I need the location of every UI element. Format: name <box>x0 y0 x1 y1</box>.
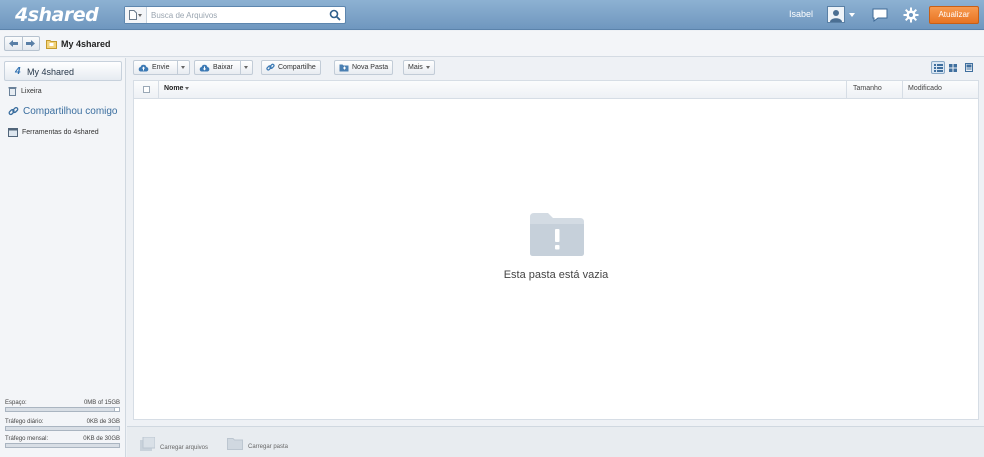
daily-traffic-bar <box>5 426 120 431</box>
sidebar-item-label: Ferramentas do 4shared <box>22 129 99 136</box>
grid-view-icon <box>949 63 957 72</box>
sidebar-item-label: Compartilhou comigo <box>23 106 118 117</box>
cloud-upload-icon <box>138 64 149 71</box>
stat-label: Tráfego mensal: <box>5 436 49 442</box>
column-header-modified[interactable]: Modificado <box>908 85 942 92</box>
list-view-button[interactable] <box>931 61 945 74</box>
chevron-down-icon <box>244 66 249 69</box>
upload-folder-label: Carregar pasta <box>248 444 289 450</box>
monthly-traffic-stat: Tráfego mensal: 0KB de 30GB <box>5 436 120 448</box>
top-header: 4shared Isabel <box>0 0 984 30</box>
chevron-down-icon <box>138 13 142 17</box>
grid-view-button[interactable] <box>946 61 960 74</box>
sidebar-item-tools[interactable]: Ferramentas do 4shared <box>8 128 99 137</box>
column-divider <box>902 81 903 99</box>
upload-footer: Carregar arquivos Carregar pasta <box>127 426 984 457</box>
stat-value: 0MB of 15GB <box>83 400 120 406</box>
preview-view-icon <box>965 63 973 72</box>
download-label: Baixar <box>213 64 233 71</box>
link-icon <box>266 63 275 71</box>
storage-bar <box>5 407 120 412</box>
back-button[interactable] <box>5 37 22 50</box>
share-button[interactable]: Compartilhe <box>261 60 321 75</box>
breadcrumb-current: My 4shared <box>61 39 111 49</box>
file-toolbar: Envie Baixar Compartilhe Nova Pasta Mais <box>131 58 980 78</box>
4shared-icon: 4 <box>15 66 21 77</box>
home-folder-icon <box>46 40 57 49</box>
sidebar-item-label: Lixeira <box>21 87 42 95</box>
search-icon[interactable] <box>329 9 341 21</box>
sidebar-item-my4shared[interactable]: 4 My 4shared <box>4 61 122 81</box>
sidebar-item-shared-with-me[interactable]: Compartilhou comigo <box>8 106 118 117</box>
new-folder-button[interactable]: Nova Pasta <box>334 60 394 75</box>
download-dropdown[interactable] <box>239 61 252 74</box>
search-scope-button[interactable] <box>125 7 147 23</box>
search-box <box>124 6 346 24</box>
logo[interactable]: 4shared <box>15 4 99 26</box>
user-menu-chevron-icon[interactable] <box>849 13 855 17</box>
gear-icon[interactable] <box>903 7 919 23</box>
search-input[interactable] <box>151 8 321 22</box>
column-label: Nome <box>164 85 184 92</box>
upload-folder-icon <box>227 438 243 450</box>
stat-value: 0KB de 30GB <box>83 436 120 442</box>
upload-files-button[interactable]: Carregar arquivos <box>139 437 208 451</box>
chevron-down-icon <box>181 66 186 69</box>
column-divider <box>158 81 159 99</box>
upload-files-icon <box>140 437 155 451</box>
column-header-size[interactable]: Tamanho <box>853 85 882 92</box>
sort-icon <box>185 86 190 90</box>
new-folder-label: Nova Pasta <box>352 64 389 71</box>
table-header: Nome Tamanho Modificado <box>134 81 978 99</box>
new-folder-icon <box>339 64 349 71</box>
username[interactable]: Isabel <box>789 9 813 19</box>
upload-files-label: Carregar arquivos <box>160 445 209 451</box>
column-divider <box>846 81 847 99</box>
sidebar-item-label: My 4shared <box>27 67 75 77</box>
daily-traffic-stat: Tráfego diário: 0KB de 3GB <box>5 419 120 431</box>
upload-folder-button[interactable]: Carregar pasta <box>227 437 288 450</box>
tools-icon <box>8 128 18 137</box>
user-icon <box>830 10 842 22</box>
upload-dropdown[interactable] <box>176 61 189 74</box>
cloud-download-icon <box>199 64 210 71</box>
avatar[interactable] <box>827 6 845 23</box>
share-label: Compartilhe <box>278 64 316 71</box>
monthly-traffic-bar <box>5 443 120 448</box>
upload-label: Envie <box>152 64 170 71</box>
storage-stat: Espaço: 0MB of 15GB <box>5 400 120 412</box>
more-label: Mais <box>408 64 423 71</box>
chevron-down-icon <box>425 66 430 69</box>
file-list-panel: Nome Tamanho Modificado Esta pasta está … <box>133 80 979 420</box>
stat-label: Espaço: <box>5 400 27 406</box>
sidebar-item-trash[interactable]: Lixeira <box>8 86 42 96</box>
arrow-right-icon <box>26 40 36 47</box>
upload-button[interactable]: Envie <box>133 60 190 75</box>
message-icon[interactable] <box>872 8 888 22</box>
stat-value: 0KB de 3GB <box>86 419 120 425</box>
history-nav <box>4 36 40 51</box>
forward-button[interactable] <box>21 37 40 50</box>
empty-folder-icon <box>530 213 584 256</box>
more-button[interactable]: Mais <box>403 60 435 75</box>
link-icon <box>8 106 19 116</box>
column-header-name[interactable]: Nome <box>164 85 190 92</box>
document-icon <box>129 10 137 20</box>
upgrade-button[interactable]: Atualizar <box>929 6 979 24</box>
download-button[interactable]: Baixar <box>194 60 253 75</box>
empty-folder-message: Esta pasta está vazia <box>503 269 609 281</box>
preview-view-button[interactable] <box>962 61 976 74</box>
breadcrumb: My 4shared <box>0 31 984 57</box>
stat-label: Tráfego diário: <box>5 419 44 425</box>
select-all-checkbox[interactable] <box>143 86 150 93</box>
sidebar: 4 My 4shared Lixeira Compartilhou comigo… <box>0 58 126 457</box>
trash-icon <box>8 87 17 96</box>
list-view-icon <box>933 63 943 72</box>
arrow-left-icon <box>8 40 18 47</box>
